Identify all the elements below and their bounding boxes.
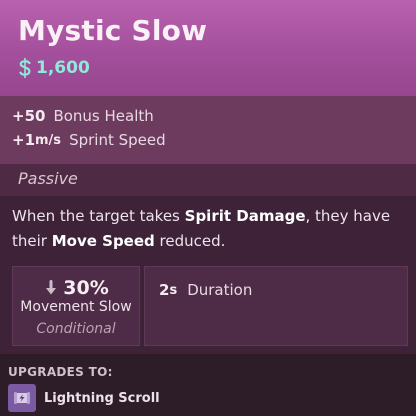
duration-label: Duration [187, 281, 253, 299]
stat-label: Bonus Health [53, 107, 154, 125]
item-title: Mystic Slow [18, 14, 208, 47]
item-cost-value: 1,600 [36, 58, 90, 78]
stat-value: +50 [12, 107, 46, 125]
desc-text: reduced. [154, 232, 226, 250]
passive-label: Passive [18, 169, 78, 188]
movement-slow-condition: Conditional [36, 321, 116, 337]
duration-value: 2 [159, 281, 170, 299]
movement-slow-value-row: 30% [12, 277, 140, 299]
lightning-scroll-icon [8, 384, 36, 412]
duration-box [144, 266, 408, 346]
desc-keyword-move-speed: Move Speed [51, 232, 155, 250]
stat-label: Sprint Speed [69, 131, 166, 149]
upgrade-item-name: Lightning Scroll [44, 390, 160, 406]
stat-row-bonus-health: +50 Bonus Health [12, 104, 154, 128]
stat-value: +1 [12, 131, 36, 149]
movement-slow-label: Movement Slow [20, 299, 132, 315]
passive-description: When the target takes Spirit Damage, the… [12, 204, 408, 254]
duration-unit: s [169, 282, 178, 298]
upgrades-title: UPGRADES TO: [8, 365, 113, 379]
stat-unit: m/s [35, 132, 62, 148]
desc-keyword-spirit-damage: Spirit Damage [184, 207, 306, 225]
upgrade-item-lightning-scroll[interactable]: Lightning Scroll [8, 384, 160, 412]
lightning-scroll-glyph [14, 392, 30, 404]
item-tooltip-card: Mystic Slow 1,600 +50 Bonus Health +1 m/… [0, 0, 416, 416]
souls-currency-icon [19, 58, 31, 78]
desc-text: When the target takes [12, 207, 185, 225]
item-cost: 1,600 [18, 56, 90, 80]
movement-slow-value: 30% [63, 277, 109, 299]
slow-arrow-icon [46, 280, 57, 295]
duration-row: 2 s Duration [159, 279, 252, 301]
stat-row-sprint-speed: +1 m/s Sprint Speed [12, 128, 166, 152]
